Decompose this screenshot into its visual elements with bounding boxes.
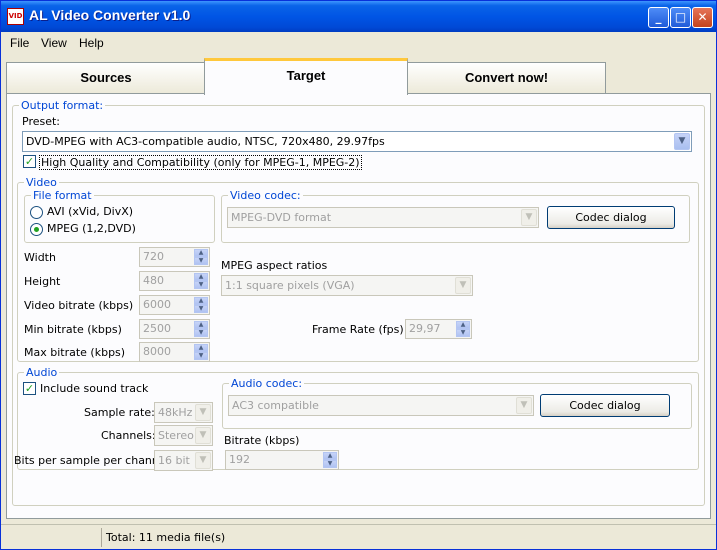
video-legend: Video	[24, 176, 59, 189]
chevron-down-icon[interactable]: ▼	[516, 397, 532, 414]
preset-value: DVD-MPEG with AC3-compatible audio, NTSC…	[26, 135, 385, 148]
chevron-down-icon[interactable]: ▼	[455, 277, 471, 294]
tab-sources[interactable]: Sources	[6, 62, 206, 94]
chevron-down-icon[interactable]: ▼	[195, 427, 211, 444]
aspect-ratio-select[interactable]: 1:1 square pixels (VGA) ▼	[221, 275, 473, 296]
aspect-ratio-value: 1:1 square pixels (VGA)	[225, 279, 355, 292]
video-bitrate-spinner[interactable]: 6000 ▲ ▼	[139, 295, 210, 315]
video-bitrate-value: 6000	[143, 298, 171, 311]
include-sound-label: Include sound track	[40, 382, 149, 395]
video-codec-value: MPEG-DVD format	[231, 211, 332, 224]
output-format-legend: Output format:	[19, 99, 106, 112]
audio-group: Audio ✓ Include sound track Sample rate:…	[14, 366, 699, 471]
maximize-button[interactable]: □	[670, 7, 691, 28]
video-codec-group: Video codec: MPEG-DVD format ▼ Codec dia…	[221, 189, 690, 243]
bits-per-sample-value: 16 bit	[158, 454, 190, 467]
avi-label: AVI (xVid, DivX)	[47, 205, 134, 218]
spinner-arrows-icon[interactable]: ▲ ▼	[194, 344, 208, 360]
app-icon: VID	[7, 8, 24, 25]
audio-codec-dialog-button[interactable]: Codec dialog	[540, 394, 670, 417]
video-codec-legend: Video codec:	[228, 189, 303, 202]
frame-rate-value: 29,97	[409, 322, 441, 335]
channels-value: Stereo	[158, 429, 194, 442]
channels-select[interactable]: Stereo ▼	[154, 425, 213, 446]
frame-rate-label: Frame Rate (fps)	[312, 323, 404, 336]
title-bar[interactable]: VID AL Video Converter v1.0 _ □ ✕	[1, 1, 716, 32]
tab-convert-now[interactable]: Convert now!	[407, 62, 606, 94]
chevron-down-icon[interactable]: ▼	[195, 404, 211, 421]
sample-rate-value: 48kHz	[158, 406, 193, 419]
width-spinner[interactable]: 720 ▲ ▼	[139, 247, 210, 267]
menu-help[interactable]: Help	[79, 36, 104, 50]
sample-rate-label: Sample rate:	[84, 406, 155, 419]
bits-per-sample-label: Bits per sample per channel:	[14, 454, 173, 467]
frame-rate-spinner[interactable]: 29,97 ▲ ▼	[405, 319, 472, 339]
include-sound-checkbox[interactable]: ✓	[23, 382, 36, 395]
audio-bitrate-value: 192	[229, 453, 250, 466]
audio-codec-value: AC3 compatible	[232, 399, 319, 412]
audio-legend: Audio	[24, 366, 60, 379]
mpeg-label: MPEG (1,2,DVD)	[47, 222, 136, 235]
min-bitrate-spinner[interactable]: 2500 ▲ ▼	[139, 319, 210, 339]
menu-view[interactable]: View	[41, 36, 67, 50]
chevron-down-icon[interactable]: ▼	[674, 133, 690, 150]
spinner-arrows-icon[interactable]: ▲ ▼	[194, 273, 208, 289]
file-format-group: File format AVI (xVid, DivX) MPEG (1,2,D…	[24, 189, 215, 243]
radio-selected-dot	[34, 227, 39, 232]
height-label: Height	[24, 275, 61, 288]
audio-bitrate-spinner[interactable]: 192 ▲ ▼	[225, 450, 339, 470]
mpeg-radio[interactable]	[30, 223, 43, 236]
spinner-arrows-icon[interactable]: ▲ ▼	[323, 452, 337, 468]
bits-per-sample-select[interactable]: 16 bit ▼	[154, 450, 213, 471]
video-bitrate-label: Video bitrate (kbps)	[24, 299, 134, 312]
height-value: 480	[143, 274, 164, 287]
avi-radio[interactable]	[30, 206, 43, 219]
menu-file[interactable]: File	[10, 36, 29, 50]
max-bitrate-label: Max bitrate (kbps)	[24, 346, 126, 359]
spinner-arrows-icon[interactable]: ▲ ▼	[194, 321, 208, 337]
height-spinner[interactable]: 480 ▲ ▼	[139, 271, 210, 291]
hq-label: High Quality and Compatibility (only for…	[39, 155, 362, 170]
aspect-ratio-label: MPEG aspect ratios	[221, 259, 328, 272]
tab-strip: Sources Target Convert now!	[6, 58, 606, 95]
width-value: 720	[143, 250, 164, 263]
menu-bar: File View Help	[1, 32, 716, 54]
tab-target[interactable]: Target	[204, 58, 408, 95]
channels-label: Channels:	[101, 429, 156, 442]
video-codec-dialog-button[interactable]: Codec dialog	[547, 206, 675, 229]
min-bitrate-value: 2500	[143, 322, 171, 335]
app-window: VID AL Video Converter v1.0 _ □ ✕ File V…	[0, 0, 717, 550]
audio-codec-group: Audio codec: AC3 compatible ▼ Codec dial…	[222, 377, 692, 429]
audio-codec-select[interactable]: AC3 compatible ▼	[228, 395, 534, 416]
audio-codec-legend: Audio codec:	[229, 377, 305, 390]
max-bitrate-value: 8000	[143, 345, 171, 358]
file-format-legend: File format	[31, 189, 94, 202]
width-label: Width	[24, 251, 56, 264]
close-button[interactable]: ✕	[692, 7, 713, 28]
video-codec-select[interactable]: MPEG-DVD format ▼	[227, 207, 539, 228]
status-total: Total: 11 media file(s)	[101, 528, 711, 547]
minimize-button[interactable]: _	[648, 7, 669, 28]
output-format-group: Output format: Preset: DVD-MPEG with AC3…	[12, 99, 705, 506]
chevron-down-icon[interactable]: ▼	[195, 452, 211, 469]
status-bar: Total: 11 media file(s)	[1, 524, 716, 549]
preset-select[interactable]: DVD-MPEG with AC3-compatible audio, NTSC…	[22, 131, 692, 152]
max-bitrate-spinner[interactable]: 8000 ▲ ▼	[139, 342, 210, 362]
target-panel: Output format: Preset: DVD-MPEG with AC3…	[6, 93, 711, 519]
chevron-down-icon[interactable]: ▼	[521, 209, 537, 226]
window-title: AL Video Converter v1.0	[29, 7, 191, 23]
hq-checkbox[interactable]: ✓	[23, 155, 36, 168]
min-bitrate-label: Min bitrate (kbps)	[24, 323, 122, 336]
spinner-arrows-icon[interactable]: ▲ ▼	[456, 321, 470, 337]
video-group: Video File format AVI (xVid, DivX) MPEG …	[17, 176, 699, 362]
audio-bitrate-label: Bitrate (kbps)	[224, 434, 300, 447]
preset-label: Preset:	[22, 115, 61, 128]
spinner-arrows-icon[interactable]: ▲ ▼	[194, 249, 208, 265]
sample-rate-select[interactable]: 48kHz ▼	[154, 402, 213, 423]
spinner-arrows-icon[interactable]: ▲ ▼	[194, 297, 208, 313]
status-cell-empty	[5, 528, 101, 547]
